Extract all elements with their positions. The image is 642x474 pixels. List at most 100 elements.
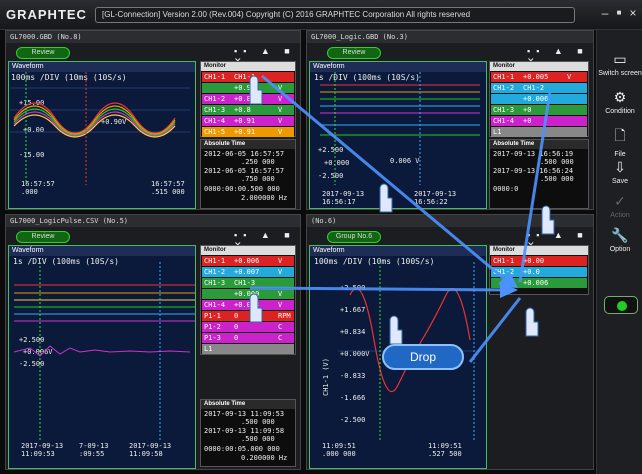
timebase-label: 1s /DIV (100ms (10S/s) bbox=[314, 73, 420, 82]
monitor-row[interactable]: L1 bbox=[202, 344, 294, 354]
monitor-row[interactable]: CH1-3 +0 bbox=[491, 105, 587, 115]
monitor-row[interactable]: CH1-1 +0.00 bbox=[491, 256, 587, 266]
monitor-row[interactable]: CH1-3 CH1-3 bbox=[202, 278, 294, 288]
review-button[interactable]: Review bbox=[16, 231, 70, 243]
channel-value: +0 bbox=[523, 117, 532, 125]
status-indicator[interactable] bbox=[604, 296, 638, 314]
abs-time-title: Absolute Time bbox=[490, 140, 588, 149]
timebase-label: 100ms /DIV (10ms (100S/s) bbox=[314, 257, 435, 266]
cursor-a-time: 11:09:51 .000 000 bbox=[322, 442, 356, 458]
monitor-row[interactable]: CH1-1 +0.006 V bbox=[202, 256, 294, 266]
cursor-a-time: 2017-09-13 11:09:53 bbox=[21, 442, 64, 458]
channel-label: CH1-4 bbox=[204, 301, 226, 309]
waveform-panel[interactable]: Waveform 1s /DIV (100ms (10S/s) +2.500 +… bbox=[8, 245, 196, 469]
monitor-panel[interactable]: Monitor CH1-1 +0.00 CH1-2 +0.0 +0.006 bbox=[489, 245, 589, 295]
channel-label: CH1-2 bbox=[204, 95, 226, 103]
monitor-row[interactable]: CH1-4 +0 bbox=[491, 116, 587, 126]
channel-value: CH1-1 bbox=[234, 73, 256, 81]
title-bar: GRAPHTEC [GL-Connection] Version 2.00 (R… bbox=[0, 0, 642, 30]
channel-label: CH1-3 bbox=[204, 106, 226, 114]
monitor-row[interactable]: +0.90 V bbox=[202, 83, 294, 93]
monitor-row[interactable]: CH1-2 +0.8 V bbox=[202, 94, 294, 104]
maximize-button[interactable]: ■ bbox=[612, 6, 626, 20]
channel-label: CH1-4 bbox=[493, 117, 515, 125]
close-button[interactable]: × bbox=[626, 6, 640, 20]
monitor-panel[interactable]: Monitor CH1-1 +0.006 V CH1-2 +0.007 V CH1-3 CH1… bbox=[200, 245, 296, 355]
review-button[interactable]: Review bbox=[327, 47, 381, 59]
monitor-panel[interactable]: Monitor CH1-1 CH1-1 +0.90 V CH1-2 +0.8 V CH1-3 +… bbox=[200, 61, 296, 137]
monitor-title: Monitor bbox=[201, 246, 295, 255]
absolute-time-panel: Absolute Time 2017-09-13 16:56:19 .500 0… bbox=[489, 139, 589, 209]
cursor-b-time: 2017-09-13 11:09:58 bbox=[129, 442, 172, 458]
monitor-row[interactable]: CH1-2 +0.007 V bbox=[202, 267, 294, 277]
monitor-row[interactable]: CH1-3 +0.8 V bbox=[202, 105, 294, 115]
monitor-row[interactable]: CH1-2 CH1-2 bbox=[491, 83, 587, 93]
monitor-row[interactable]: CH1-5 +0.91 V bbox=[202, 127, 294, 137]
channel-unit: V bbox=[278, 117, 283, 125]
channel-unit: V bbox=[567, 73, 572, 81]
absolute-time-panel: Absolute Time 2017-09-13 11:09:53 .500 0… bbox=[200, 399, 296, 467]
cursor-b-time: 16:57:57 .515 000 bbox=[151, 180, 185, 196]
review-button[interactable]: Review bbox=[16, 47, 70, 59]
gear-icon: ⚙ bbox=[613, 89, 627, 105]
waveform-panel[interactable]: Waveform 1s /DIV (100ms (10S/s) +2.500 +… bbox=[309, 61, 487, 209]
group-button[interactable]: Group No.6 bbox=[327, 231, 381, 243]
channel-value: +0.006 bbox=[523, 279, 549, 287]
save-icon: ⇩ bbox=[614, 159, 626, 175]
channel-label: CH1-3 bbox=[493, 106, 515, 114]
channel-value: +0.007 bbox=[234, 268, 260, 276]
level-label: +2.500 bbox=[19, 336, 45, 344]
channel-label: L1 bbox=[493, 128, 502, 136]
abs-time-a-frac: .500 000 bbox=[241, 418, 275, 426]
condition-button[interactable]: ⚙ Condition bbox=[597, 86, 642, 126]
action-label: Action bbox=[610, 212, 630, 219]
monitor-row[interactable]: P1-2 0 C bbox=[202, 322, 294, 332]
monitor-row[interactable]: +0.006 bbox=[491, 94, 587, 104]
level-label: +15.00 bbox=[19, 99, 45, 107]
channel-value: CH1-3 bbox=[234, 279, 256, 287]
monitor-row[interactable]: P1-3 0 C bbox=[202, 333, 294, 343]
level-label: -0.833 bbox=[340, 372, 366, 380]
monitor-row[interactable]: L1 bbox=[491, 127, 587, 137]
channel-label: CH1-2 bbox=[493, 268, 515, 276]
channel-label: CH1-5 bbox=[204, 128, 226, 136]
abs-time-freq: 0.200000 Hz bbox=[241, 454, 288, 462]
monitor-row[interactable]: CH1-4 +0.008 V bbox=[202, 300, 294, 310]
waveform-label: Waveform bbox=[310, 246, 486, 256]
channel-value: +0.0 bbox=[523, 268, 540, 276]
axis-title: CH1-1 (V) bbox=[322, 358, 330, 396]
level-label: +0.000 bbox=[324, 159, 350, 167]
channel-unit: V bbox=[278, 84, 283, 92]
pane-title: (No.6) bbox=[307, 215, 593, 227]
abs-time-title: Absolute Time bbox=[201, 140, 295, 149]
level-label: -2.500 bbox=[318, 172, 344, 180]
monitor-panel[interactable]: Monitor CH1-1 +0.005 V CH1-2 CH1-2 +0.006 CH1-… bbox=[489, 61, 589, 137]
monitor-row[interactable]: CH1-4 +0.91 V bbox=[202, 116, 294, 126]
channel-label: CH1-2 bbox=[204, 268, 226, 276]
waveform-panel[interactable]: Waveform 100ms /DIV (10ms (10S/s) +15.00… bbox=[8, 61, 196, 209]
channel-label: CH1-3 bbox=[204, 279, 226, 287]
cursor-b-time: 2017-09-13 16:56:22 bbox=[414, 190, 457, 206]
monitor-title: Monitor bbox=[490, 246, 588, 255]
option-button[interactable]: 🔧 Option bbox=[597, 224, 642, 264]
monitor-row[interactable]: +0.000 V bbox=[202, 289, 294, 299]
abs-time-b: 2017-09-13 11:09:58 bbox=[204, 427, 285, 435]
side-panel: ▭ Switch screen ⚙ Condition 🗋 File ⇩ Sav… bbox=[596, 30, 642, 474]
monitor-row[interactable]: P1-1 0 RPM bbox=[202, 311, 294, 321]
channel-value: +0.8 bbox=[234, 106, 251, 114]
channel-unit: V bbox=[278, 301, 283, 309]
channel-label: P1-3 bbox=[204, 334, 221, 342]
pane-gl7000-logicpulse-no5: GL7000_LogicPulse.CSV (No.5) Review ▪▪ ▲… bbox=[5, 214, 301, 470]
wrench-icon: 🔧 bbox=[611, 227, 629, 243]
monitor-row[interactable]: +0.006 bbox=[491, 278, 587, 288]
drop-callout: Drop bbox=[382, 344, 464, 370]
switch-screen-button[interactable]: ▭ Switch screen bbox=[597, 48, 642, 88]
abs-time-freq: 2.000000 Hz bbox=[241, 194, 288, 202]
monitor-row[interactable]: CH1-2 +0.0 bbox=[491, 267, 587, 277]
cursor-b-time: 11:09:51 .527 500 bbox=[428, 442, 462, 458]
minimize-button[interactable]: – bbox=[598, 6, 612, 20]
monitor-row[interactable]: CH1-1 CH1-1 bbox=[202, 72, 294, 82]
monitor-row[interactable]: CH1-1 +0.005 V bbox=[491, 72, 587, 82]
pane-title: GL7000_LogicPulse.CSV (No.5) bbox=[6, 215, 300, 227]
switch-screen-label: Switch screen bbox=[598, 70, 642, 77]
